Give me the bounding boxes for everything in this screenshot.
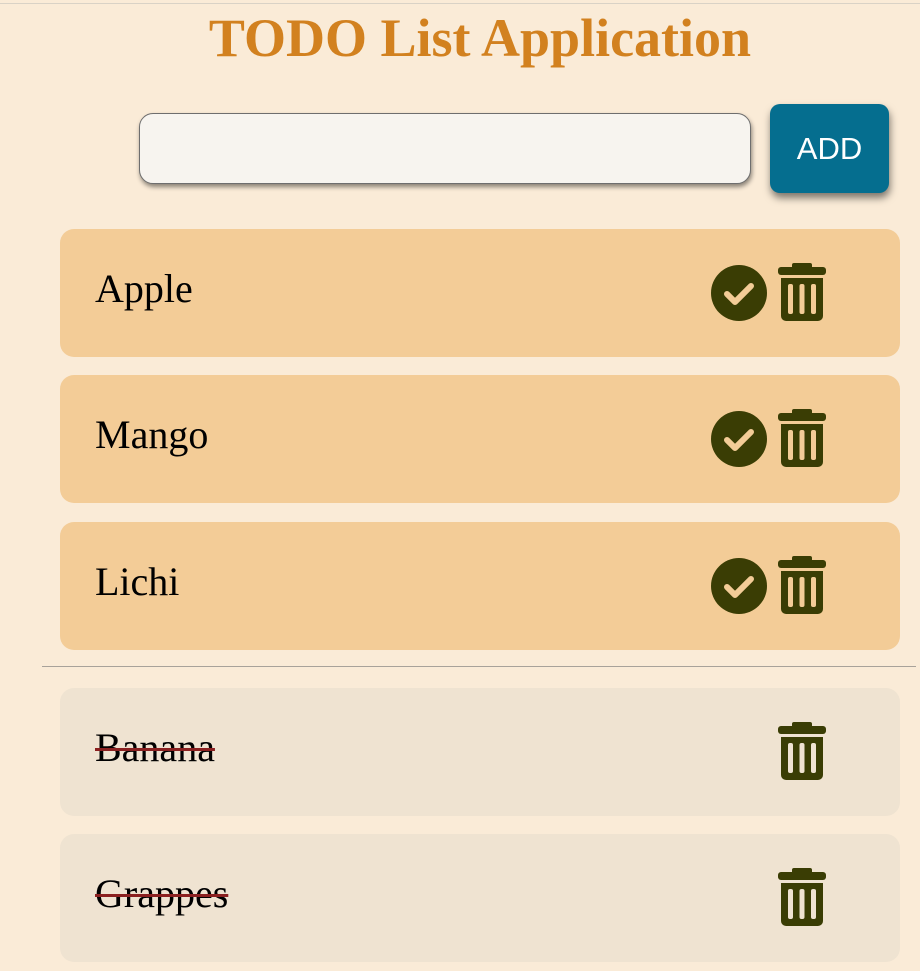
add-button[interactable]: ADD [770,104,889,193]
section-divider [42,666,916,667]
check-circle-icon[interactable] [710,264,768,322]
todo-item-mango: Mango [60,375,900,503]
page-title: TODO List Application [208,8,752,68]
trash-icon[interactable] [777,556,827,614]
check-circle-icon[interactable] [710,410,768,468]
item-label: Apple [95,266,193,311]
completed-item-banana: Banana [60,688,900,816]
trash-icon[interactable] [777,409,827,467]
todo-item-lichi: Lichi [60,522,900,650]
trash-icon[interactable] [777,868,827,926]
item-label: Grappes [95,871,229,916]
trash-icon[interactable] [777,263,827,321]
check-circle-icon[interactable] [710,557,768,615]
item-label: Lichi [95,559,180,604]
item-label: Banana [95,725,215,770]
completed-item-grappes: Grappes [60,834,900,962]
item-label: Mango [95,412,209,457]
top-rule [0,3,920,4]
todo-item-apple: Apple [60,229,900,357]
new-item-input[interactable] [139,113,751,184]
trash-icon[interactable] [777,722,827,780]
